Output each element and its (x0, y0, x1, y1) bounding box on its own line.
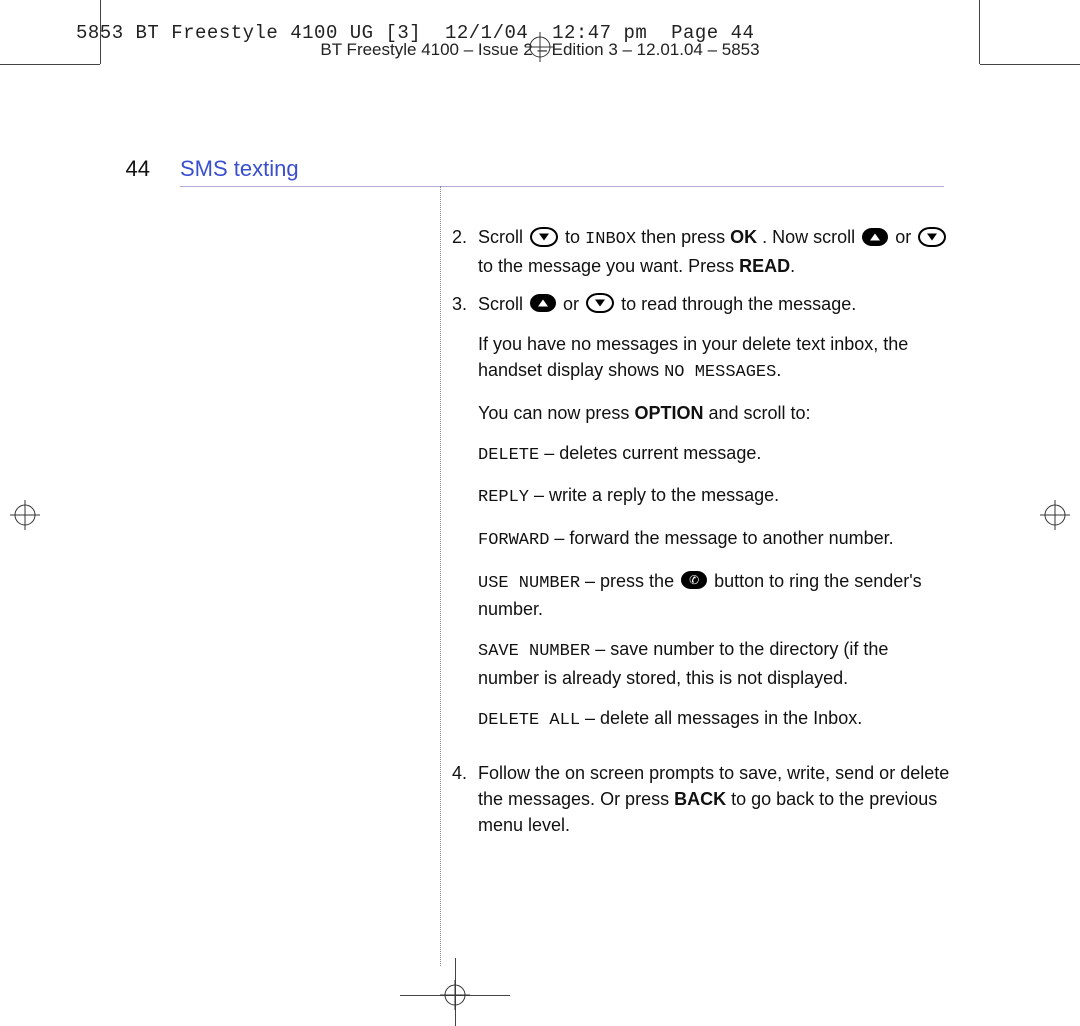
text: to (565, 227, 585, 247)
text: or (563, 294, 584, 314)
step-body: Scroll to INBOX then press OK . Now scro… (478, 224, 950, 279)
text: – write a reply to the message. (529, 485, 779, 505)
text: . (776, 360, 781, 380)
step-2: 2. Scroll to INBOX then press OK . Now s… (452, 224, 950, 279)
lcd-text-forward: FORWARD (478, 531, 549, 550)
lcd-text-save-number: SAVE NUMBER (478, 642, 590, 661)
text: You can now press (478, 403, 634, 423)
bold-option: OPTION (634, 403, 703, 423)
section-title: SMS texting (180, 156, 299, 182)
paragraph: You can now press OPTION and scroll to: (478, 400, 950, 426)
scroll-down-key-icon (530, 227, 558, 247)
text: to read through the message. (621, 294, 856, 314)
crop-mark (979, 0, 980, 64)
scroll-down-key-icon (918, 227, 946, 247)
lcd-text-inbox: INBOX (585, 230, 636, 249)
option-delete: DELETE – deletes current message. (478, 440, 950, 469)
lcd-text-reply: REPLY (478, 488, 529, 507)
main-content: 2. Scroll to INBOX then press OK . Now s… (452, 224, 950, 850)
lcd-text-delete: DELETE (478, 446, 539, 465)
page-number: 44 (100, 156, 150, 182)
text: and scroll to: (708, 403, 810, 423)
option-use-number: USE NUMBER – press the ✆ button to ring … (478, 568, 950, 623)
page-body: 44 SMS texting 2. Scroll to INBOX then p… (100, 66, 954, 966)
paragraph: If you have no messages in your delete t… (478, 331, 950, 386)
option-reply: REPLY – write a reply to the message. (478, 482, 950, 511)
text: – press the (580, 571, 679, 591)
text: to the message you want. Press (478, 256, 739, 276)
scroll-down-key-icon (586, 293, 614, 313)
text: – delete all messages in the Inbox. (580, 708, 862, 728)
text: then press (641, 227, 730, 247)
bold-read: READ (739, 256, 790, 276)
lcd-text-delete-all: DELETE ALL (478, 711, 580, 730)
step-body: Follow the on screen prompts to save, wr… (478, 760, 950, 838)
header-rule (180, 186, 944, 187)
text: – forward the message to another number. (549, 528, 893, 548)
step-number: 2. (452, 224, 478, 279)
text: Scroll (478, 227, 528, 247)
text: . (790, 256, 795, 276)
crop-mark (0, 64, 100, 65)
text: – deletes current message. (539, 443, 761, 463)
lcd-text-no-messages: NO MESSAGES (664, 363, 776, 382)
page-header: 44 SMS texting (100, 156, 954, 182)
text: or (895, 227, 916, 247)
step-4: 4. Follow the on screen prompts to save,… (452, 760, 950, 838)
bold-ok: OK (730, 227, 757, 247)
crop-mark (100, 0, 101, 64)
text: Scroll (478, 294, 528, 314)
call-key-icon: ✆ (681, 571, 707, 589)
scroll-up-key-icon (530, 294, 556, 312)
step-number: 4. (452, 760, 478, 838)
step-body: Scroll or to read through the message. I… (478, 291, 950, 748)
registration-mark-icon (525, 32, 555, 62)
crop-mark (980, 64, 1080, 65)
option-delete-all: DELETE ALL – delete all messages in the … (478, 705, 950, 734)
registration-mark-icon (1040, 500, 1070, 530)
text: . Now scroll (762, 227, 860, 247)
step-3: 3. Scroll or to read through the message… (452, 291, 950, 748)
step-number: 3. (452, 291, 478, 748)
scroll-up-key-icon (862, 228, 888, 246)
option-save-number: SAVE NUMBER – save number to the directo… (478, 636, 950, 691)
registration-mark-icon (10, 500, 40, 530)
bold-back: BACK (674, 789, 726, 809)
registration-mark-icon (440, 980, 470, 1010)
lcd-text-use-number: USE NUMBER (478, 574, 580, 593)
option-forward: FORWARD – forward the message to another… (478, 525, 950, 554)
column-separator (440, 186, 441, 966)
